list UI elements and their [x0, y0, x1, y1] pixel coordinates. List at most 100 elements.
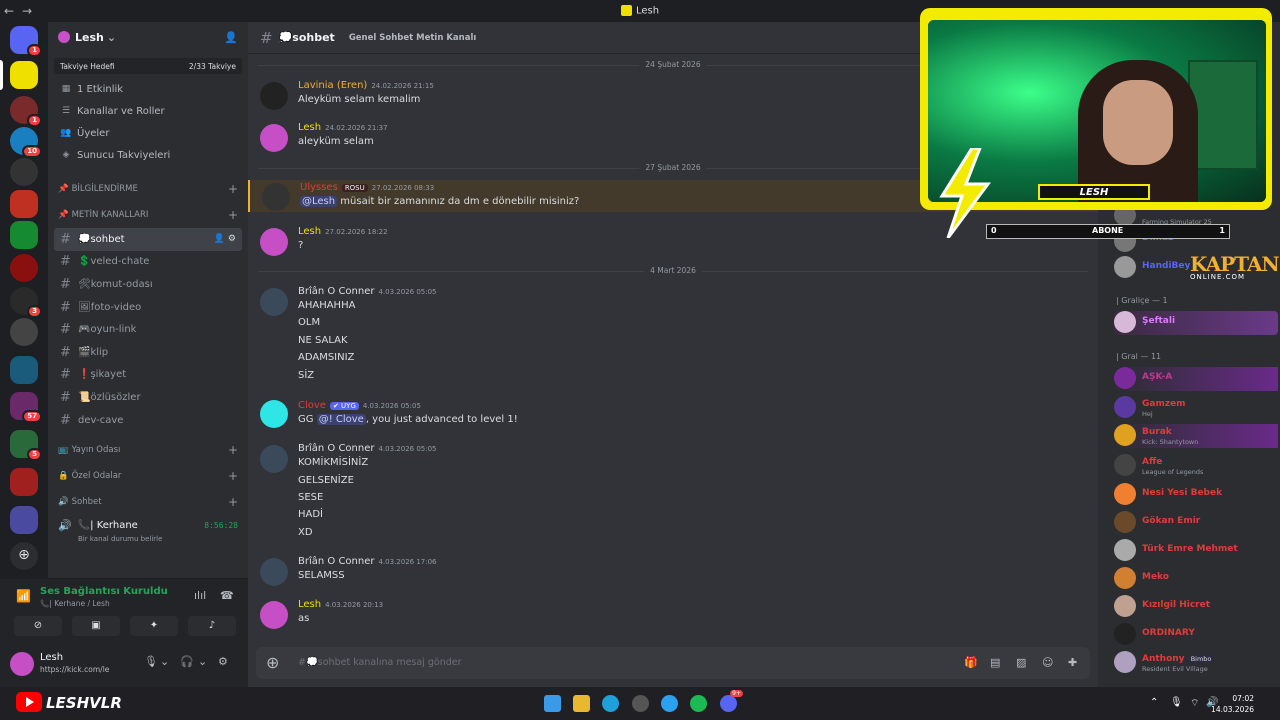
discord-icon[interactable]: 9+ [720, 690, 743, 712]
avatar[interactable] [10, 652, 34, 676]
add-channel-icon[interactable]: + [228, 182, 238, 196]
message-author[interactable]: Brîân O Conner [298, 443, 374, 454]
message-author[interactable]: Clove [298, 400, 326, 411]
soundboard-button[interactable]: ♪ [188, 616, 236, 636]
server-icon[interactable] [10, 318, 38, 346]
message-author[interactable]: Ulysses [300, 182, 338, 193]
server-icon[interactable]: 3 [10, 287, 42, 318]
member-item[interactable]: AŞK-A [1114, 367, 1278, 391]
start-icon[interactable] [544, 695, 561, 712]
member-item[interactable]: Gökan Emir [1114, 511, 1274, 535]
member-item[interactable]: Gamzem Hej [1114, 396, 1274, 420]
member-item[interactable]: Kızılgil Hicret [1114, 595, 1274, 619]
avatar[interactable] [260, 558, 288, 586]
file-explorer-icon[interactable] [573, 695, 590, 712]
gear-icon[interactable]: ⚙ [218, 655, 228, 668]
noise-suppression-icon[interactable]: ılıl [194, 589, 206, 602]
events-item[interactable]: ▦ 1 Etkinlik [48, 78, 248, 100]
member-item[interactable]: Burak Kick: Shantytown [1114, 424, 1278, 448]
category-stream[interactable]: 📺 Yayın Odası + [48, 437, 248, 463]
direct-messages-icon[interactable]: 1 [10, 26, 42, 57]
gift-icon[interactable]: 🎁 [964, 656, 978, 669]
server-icon[interactable] [10, 158, 38, 186]
message-author[interactable]: Brîân O Conner [298, 556, 374, 567]
add-channel-icon[interactable]: + [228, 443, 238, 457]
avatar[interactable] [260, 228, 288, 256]
message-author[interactable]: Lesh [298, 599, 321, 610]
server-icon[interactable]: 1 [10, 96, 42, 127]
members-item[interactable]: 👥 Üyeler [48, 122, 248, 144]
spotify-icon[interactable] [690, 695, 707, 712]
user-mention[interactable]: @! Clove [316, 414, 366, 425]
channel-komut-odasi[interactable]: # 🛠komut-odası [54, 273, 242, 296]
avatar[interactable] [260, 124, 288, 152]
server-folder-icon[interactable]: 57 [10, 392, 42, 423]
channel-topic[interactable]: Genel Sohbet Metin Kanalı [349, 33, 476, 43]
channel-dev-cave[interactable]: # dev-cave [54, 409, 242, 432]
channel-sohbet[interactable]: # 💭sohbet 👤 ⚙ [54, 228, 242, 251]
channel-oyun-link[interactable]: # 🎮oyun-link [54, 318, 242, 341]
bot-avatar[interactable] [260, 400, 288, 428]
server-folder-icon[interactable] [10, 356, 38, 384]
category-private[interactable]: 🔒 Özel Odalar + [48, 463, 248, 489]
screen-share-button[interactable]: ▣ [72, 616, 120, 636]
channel-veled-chate[interactable]: # 💲veled-chate [54, 251, 242, 274]
emoji-icon[interactable]: ☺ [1042, 656, 1053, 669]
guild-header[interactable]: Lesh ⌄ 👤 [48, 22, 248, 52]
edge-icon[interactable] [602, 695, 619, 712]
channel-foto-video[interactable]: # 🖼foto-video [54, 296, 242, 319]
server-lesh-icon[interactable] [10, 61, 38, 89]
add-channel-icon[interactable]: + [228, 495, 238, 509]
category-text[interactable]: 📌 METİN KANALLARI + [48, 202, 248, 228]
channel-sikayet[interactable]: # ❗şikayet [54, 364, 242, 387]
server-icon[interactable] [10, 190, 38, 218]
member-item[interactable]: Şeftali [1114, 311, 1278, 335]
chevron-down-icon[interactable]: ⌄ [198, 655, 207, 668]
channel-klip[interactable]: # 🎬klip [54, 341, 242, 364]
voice-channel-kerhane[interactable]: 🔊 📞| Kerhane 8:56:28 [48, 515, 248, 535]
voice-connected-label[interactable]: Ses Bağlantısı Kuruldu [40, 586, 168, 597]
member-item[interactable]: Anthony Bimbo Resident Evil Village [1114, 651, 1274, 675]
avatar[interactable] [262, 183, 290, 211]
server-folder-icon[interactable]: 5 [10, 430, 42, 461]
chevron-down-icon[interactable]: ⌄ [160, 655, 169, 668]
server-icon[interactable] [10, 254, 38, 282]
clock[interactable]: 07:02 14.03.2026 [1211, 693, 1254, 715]
member-item[interactable]: Affe League of Legends [1114, 454, 1274, 478]
boosts-item[interactable]: ◈ Sunucu Takviyeleri [48, 144, 248, 166]
message-author[interactable]: Lesh [298, 226, 321, 237]
server-icon[interactable] [10, 506, 38, 534]
add-channel-icon[interactable]: + [228, 208, 238, 222]
apps-icon[interactable]: ✚ [1068, 656, 1077, 669]
add-channel-icon[interactable]: + [228, 469, 238, 483]
camera-button[interactable]: ⊘ [14, 616, 62, 636]
server-icon[interactable] [10, 468, 38, 496]
add-server-icon[interactable]: ⊕ [10, 542, 38, 570]
disconnect-icon[interactable]: ☎ [220, 589, 234, 602]
channel-settings-icon[interactable]: 👤 ⚙ [214, 234, 236, 244]
category-info[interactable]: 📌 BİLGİLENDİRME + [48, 176, 248, 202]
avatar[interactable] [260, 82, 288, 110]
wifi-icon[interactable]: ⌔ [1190, 697, 1199, 710]
member-item[interactable]: Meko [1114, 567, 1274, 591]
member-item[interactable]: ORDINARY [1114, 623, 1274, 647]
activities-button[interactable]: ✦ [130, 616, 178, 636]
avatar[interactable] [260, 601, 288, 629]
microphone-icon[interactable]: 🎙 [1170, 697, 1183, 708]
member-item[interactable]: Nesi Yesi Bebek [1114, 483, 1274, 507]
invite-icon[interactable]: 👤 [224, 31, 238, 44]
chrome-icon[interactable] [632, 695, 649, 712]
message-author[interactable]: Lavinia (Eren) [298, 80, 367, 91]
messenger-icon[interactable] [661, 695, 678, 712]
add-attachment-icon[interactable]: ⊕ [266, 653, 279, 672]
message-author[interactable]: Lesh [298, 122, 321, 133]
server-icon[interactable] [10, 221, 38, 249]
avatar[interactable] [260, 445, 288, 473]
user-mention[interactable]: @Lesh [300, 196, 338, 207]
server-icon[interactable]: 10 [10, 127, 42, 158]
channel-ozlusozler[interactable]: # 📜özlüsözler [54, 386, 242, 409]
gif-icon[interactable]: ▤ [990, 656, 1000, 669]
category-voice[interactable]: 🔊 Sohbet + [48, 489, 248, 515]
member-item[interactable]: Türk Emre Mehmet [1114, 539, 1274, 563]
sticker-icon[interactable]: ▨ [1016, 656, 1026, 669]
